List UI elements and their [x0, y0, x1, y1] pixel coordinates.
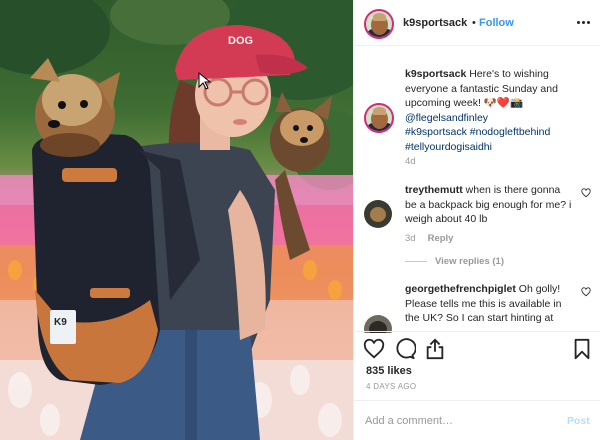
- comment-item: georgethefrenchpiglet Oh golly! Please t…: [354, 277, 600, 333]
- caption-avatar[interactable]: [364, 103, 394, 133]
- add-comment-bar: Post: [354, 400, 600, 440]
- more-options-icon[interactable]: [574, 13, 592, 31]
- like-comment-heart-icon[interactable]: [581, 287, 591, 297]
- comment-username[interactable]: treythemutt: [405, 184, 463, 196]
- add-comment-input[interactable]: [365, 411, 545, 431]
- cap-text: DOG: [228, 35, 253, 47]
- comment-text: treythemutt when is there gonna be a bac…: [405, 183, 573, 227]
- caption-hashtags[interactable]: #k9sportsack #nodogleftbehind #tellyourd…: [405, 126, 550, 153]
- comment-username[interactable]: georgethefrenchpiglet: [405, 283, 516, 295]
- patch-text: K9: [54, 317, 67, 328]
- comments-list[interactable]: k9sportsack Here's to wishing everyone a…: [354, 47, 600, 333]
- view-replies-button[interactable]: View replies (1): [405, 256, 504, 267]
- post-header: k9sportsack • Follow: [354, 0, 600, 46]
- share-icon[interactable]: [424, 338, 446, 360]
- caption-time[interactable]: 4d: [405, 156, 416, 167]
- follow-button[interactable]: Follow: [479, 17, 514, 29]
- caption-mention[interactable]: @flegelsandfinley: [405, 112, 488, 124]
- comment-time[interactable]: 3d: [405, 233, 416, 244]
- comment-icon[interactable]: [394, 338, 416, 360]
- view-replies-label: View replies (1): [435, 256, 504, 267]
- post-detail-panel: k9sportsack • Follow k9sportsack Here's …: [353, 0, 600, 440]
- comment-text: georgethefrenchpiglet Oh golly! Please t…: [405, 282, 573, 326]
- comment-item: treythemutt when is there gonna be a bac…: [354, 175, 600, 275]
- caption-text: k9sportsack Here's to wishing everyone a…: [405, 67, 573, 154]
- reply-button[interactable]: Reply: [428, 233, 454, 244]
- likes-count[interactable]: 835 likes: [366, 365, 412, 377]
- post-photo[interactable]: DOG K9: [0, 0, 353, 440]
- header-username[interactable]: k9sportsack: [403, 17, 467, 29]
- commenter-avatar[interactable]: [364, 200, 392, 228]
- like-heart-icon[interactable]: [363, 338, 385, 360]
- caption-item: k9sportsack Here's to wishing everyone a…: [354, 59, 600, 179]
- like-comment-heart-icon[interactable]: [581, 188, 591, 198]
- caption-username[interactable]: k9sportsack: [405, 68, 466, 80]
- header-separator: •: [472, 17, 476, 29]
- post-comment-button[interactable]: Post: [567, 415, 590, 427]
- post-time-ago[interactable]: 4 DAYS AGO: [366, 382, 416, 391]
- bookmark-icon[interactable]: [571, 338, 593, 360]
- comment-meta: 3d Reply: [405, 233, 453, 244]
- photo-illustration: DOG K9: [0, 0, 353, 440]
- avatar[interactable]: [364, 9, 394, 39]
